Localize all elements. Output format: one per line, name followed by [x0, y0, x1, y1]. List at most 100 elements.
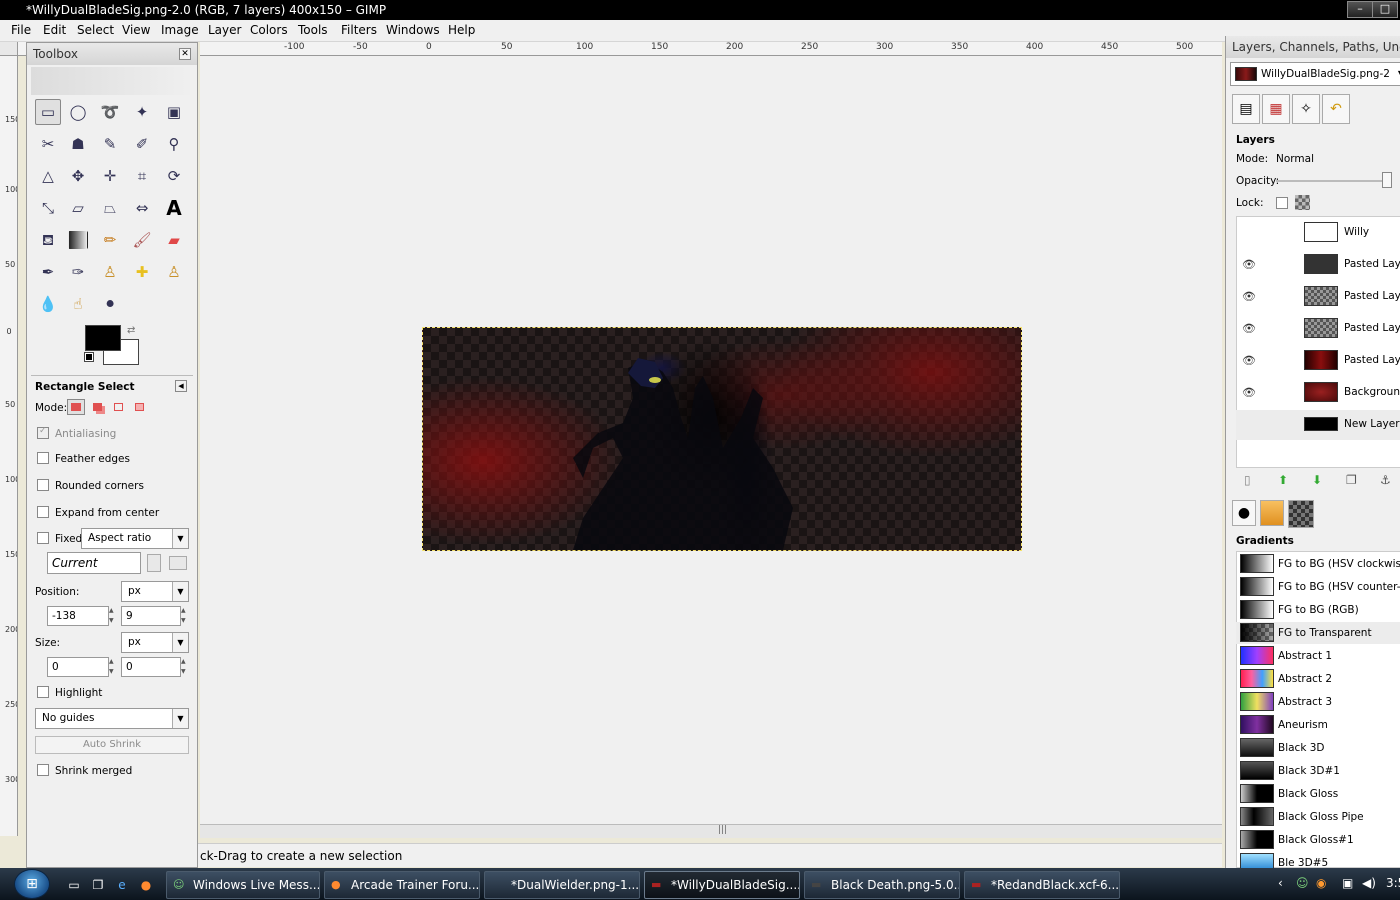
size-w-spinner[interactable]: ▲ ▼: [109, 657, 117, 677]
heal-tool-icon[interactable]: ✚: [129, 259, 155, 285]
start-button[interactable]: ⊞: [14, 869, 50, 899]
layer-row[interactable]: 👁 Background: [1236, 378, 1400, 408]
color-picker-tool-icon[interactable]: ✐: [129, 131, 155, 157]
messenger-tray-icon[interactable]: ☺: [1296, 876, 1309, 890]
update-tray-icon[interactable]: ◉: [1316, 876, 1326, 890]
lock-checkbox[interactable]: [1276, 197, 1288, 209]
horizontal-scrollbar[interactable]: |||: [200, 824, 1222, 838]
ink-tool-icon[interactable]: ✑: [65, 259, 91, 285]
task-firefox[interactable]: ● Arcade Trainer Foru...: [324, 871, 480, 899]
layer-row[interactable]: 👁 Pasted Layer: [1236, 346, 1400, 376]
gradient-item[interactable]: Black 3D: [1236, 737, 1400, 759]
tab-undo[interactable]: ↶: [1322, 94, 1350, 124]
position-y-spinner[interactable]: ▲ ▼: [181, 606, 189, 626]
layer-row[interactable]: Willy: [1236, 218, 1400, 248]
image-preview[interactable]: [422, 327, 1022, 551]
wilber-drop-area[interactable]: [31, 67, 195, 95]
position-x-spinner[interactable]: ▲ ▼: [109, 606, 117, 626]
options-menu-icon[interactable]: ◀: [175, 380, 187, 392]
ellipse-select-tool-icon[interactable]: ◯: [65, 99, 91, 125]
duplicate-layer-icon[interactable]: ❐: [1346, 473, 1357, 487]
scissors-tool-icon[interactable]: ✂: [35, 131, 61, 157]
expand-checkbox[interactable]: [37, 506, 49, 518]
task-gimp-redandblack[interactable]: ▬ *RedandBlack.xcf-6....: [964, 871, 1120, 899]
size-unit-combo[interactable]: px ▼: [121, 632, 189, 653]
menu-colors[interactable]: Colors: [250, 23, 288, 37]
lower-layer-icon[interactable]: ⬇: [1312, 473, 1322, 487]
mode-replace-button[interactable]: [67, 399, 85, 415]
eye-icon[interactable]: 👁: [1242, 322, 1260, 336]
foreground-select-tool-icon[interactable]: ☗: [65, 131, 91, 157]
gradient-item-selected[interactable]: FG to Transparent: [1236, 622, 1400, 644]
crop-tool-icon[interactable]: ⌗: [129, 163, 155, 189]
menu-image[interactable]: Image: [161, 23, 199, 37]
scale-tool-icon[interactable]: ⤡: [35, 195, 61, 221]
fuzzy-select-tool-icon[interactable]: ✦: [129, 99, 155, 125]
eye-icon[interactable]: 👁: [1242, 386, 1260, 400]
rounded-checkbox[interactable]: [37, 479, 49, 491]
menu-edit[interactable]: Edit: [43, 23, 66, 37]
task-gimp-dualwielder[interactable]: *DualWielder.png-1....: [484, 871, 640, 899]
move-tool-icon[interactable]: ✥: [65, 163, 91, 189]
swap-colors-icon[interactable]: ⇄: [127, 325, 135, 336]
menu-windows[interactable]: Windows: [386, 23, 440, 37]
network-icon[interactable]: ▣: [1342, 876, 1353, 890]
tab-channels[interactable]: ▦: [1262, 94, 1290, 124]
paths-tool-icon[interactable]: ✎: [97, 131, 123, 157]
foreground-color-swatch[interactable]: [85, 325, 121, 351]
layer-row[interactable]: 👁 Pasted Layer: [1236, 250, 1400, 280]
gradient-item[interactable]: FG to BG (HSV counter-cloc: [1236, 576, 1400, 598]
close-icon[interactable]: ✕: [179, 48, 191, 60]
tab-brushes[interactable]: ●: [1232, 500, 1256, 526]
menu-file[interactable]: File: [11, 23, 31, 37]
gradient-item[interactable]: FG to BG (HSV clockwise hu: [1236, 553, 1400, 575]
clone-tool-icon[interactable]: ♙: [97, 259, 123, 285]
menu-view[interactable]: View: [122, 23, 150, 37]
bucket-fill-tool-icon[interactable]: ⛾: [35, 227, 61, 253]
new-layer-icon[interactable]: ▯: [1244, 473, 1251, 487]
firefox-icon[interactable]: ●: [138, 877, 154, 893]
gradient-item[interactable]: Abstract 3: [1236, 691, 1400, 713]
shear-tool-icon[interactable]: ▱: [65, 195, 91, 221]
gradient-item[interactable]: Black Gloss: [1236, 783, 1400, 805]
pencil-tool-icon[interactable]: ✏: [97, 227, 123, 253]
task-gimp-blackdeath[interactable]: ▬ Black Death.png-5.0...: [804, 871, 960, 899]
opacity-slider-track[interactable]: [1276, 180, 1384, 182]
perspective-clone-tool-icon[interactable]: ♙: [161, 259, 187, 285]
eye-icon[interactable]: 👁: [1242, 354, 1260, 368]
layer-row-selected[interactable]: New Layer: [1236, 410, 1400, 440]
text-tool-icon[interactable]: A: [161, 195, 187, 221]
guides-combo[interactable]: No guides ▼: [35, 708, 189, 729]
eye-icon[interactable]: 👁: [1242, 258, 1260, 272]
current-field[interactable]: Current: [47, 552, 141, 574]
menu-help[interactable]: Help: [448, 23, 475, 37]
tab-layers[interactable]: ▤: [1232, 94, 1260, 124]
align-tool-icon[interactable]: ✛: [97, 163, 123, 189]
measure-tool-icon[interactable]: △: [35, 163, 61, 189]
mode-subtract-button[interactable]: [110, 399, 126, 415]
image-selector[interactable]: WillyDualBladeSig.png-2 ▼: [1230, 62, 1400, 86]
task-gimp-willy[interactable]: ▬ *WillyDualBladeSig....: [644, 871, 800, 899]
menu-filters[interactable]: Filters: [341, 23, 377, 37]
fixed-checkbox[interactable]: [37, 532, 49, 544]
task-messenger[interactable]: ☺ Windows Live Mess...: [166, 871, 320, 899]
blur-tool-icon[interactable]: 💧: [35, 291, 61, 317]
fixed-combo[interactable]: Aspect ratio ▼: [81, 528, 189, 549]
show-desktop-icon[interactable]: ▭: [66, 877, 82, 893]
gradient-item[interactable]: FG to BG (RGB): [1236, 599, 1400, 621]
gradient-item[interactable]: Black 3D#1: [1236, 760, 1400, 782]
select-by-color-tool-icon[interactable]: ▣: [161, 99, 187, 125]
perspective-tool-icon[interactable]: ⏢: [97, 195, 123, 221]
paintbrush-tool-icon[interactable]: 🖌: [129, 227, 155, 253]
tab-gradients[interactable]: [1288, 500, 1314, 528]
smudge-tool-icon[interactable]: ☝: [65, 291, 91, 317]
gradient-item[interactable]: Black Gloss#1: [1236, 829, 1400, 851]
feather-checkbox[interactable]: [37, 452, 49, 464]
anchor-layer-icon[interactable]: ⚓: [1380, 473, 1391, 487]
raise-layer-icon[interactable]: ⬆: [1278, 473, 1288, 487]
free-select-tool-icon[interactable]: ➰: [97, 99, 123, 125]
highlight-checkbox[interactable]: [37, 686, 49, 698]
portrait-icon[interactable]: [147, 554, 161, 572]
dodge-burn-tool-icon[interactable]: ⚫: [97, 291, 123, 317]
gradient-item[interactable]: Abstract 2: [1236, 668, 1400, 690]
